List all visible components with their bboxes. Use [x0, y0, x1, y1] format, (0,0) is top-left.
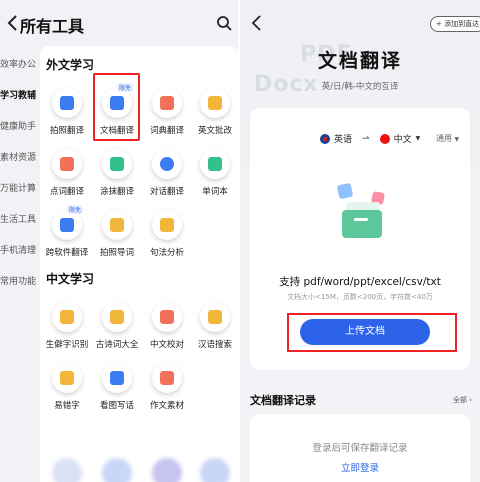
- page-title: 文档翻译: [317, 50, 402, 72]
- chinese-search-icon: [200, 302, 230, 332]
- supported-formats: 支持 pdf/word/ppt/excel/csv/txt: [279, 276, 441, 288]
- sidebar-item-cleanup[interactable]: 手机清理: [0, 234, 40, 265]
- chinese-proofread-icon: [152, 302, 182, 332]
- tool-photo-words[interactable]: 拍照导词: [94, 210, 140, 258]
- tools-header: 所有工具: [0, 0, 240, 46]
- english-correct-icon: [200, 88, 230, 118]
- page-subtitle: 英/日/韩-中文的互译: [321, 82, 399, 92]
- tool-smear-translate[interactable]: 涂抹翻译: [94, 149, 140, 197]
- china-flag-icon: [379, 133, 390, 144]
- picture-writing-icon: [102, 363, 132, 393]
- tool-chinese-search[interactable]: 汉语搜索: [192, 302, 238, 350]
- tool-label: 汉语搜索: [197, 340, 232, 350]
- tool-label: 作文素材: [149, 401, 184, 411]
- tool-chinese-proofread[interactable]: 中文校对: [144, 302, 190, 350]
- sidebar-item-materials[interactable]: 素材资源: [0, 141, 40, 172]
- rare-char-icon: [52, 302, 82, 332]
- mode-label: 通用: [436, 134, 452, 143]
- tool-picture-writing[interactable]: 看图写话: [94, 363, 140, 411]
- tool-word-translate[interactable]: 点词翻译: [44, 149, 90, 197]
- tool-label: 句法分析: [149, 248, 184, 258]
- records-all-link[interactable]: 全部 ›: [453, 395, 472, 405]
- records-card: 登录后可保存翻译记录 立即登录: [250, 414, 470, 482]
- tool-syntax-analysis[interactable]: 句法分析: [144, 210, 190, 258]
- smear-translate-icon: [102, 149, 132, 179]
- wordbook-icon: [200, 149, 230, 179]
- photo-translate-icon: [52, 88, 82, 118]
- essay-material-icon: [152, 363, 182, 393]
- dialog-translate-icon: [152, 149, 182, 179]
- target-language[interactable]: 中文: [394, 132, 412, 145]
- chevron-down-icon: ▼: [454, 136, 460, 143]
- sidebar-item-efficiency[interactable]: 效率办公: [0, 48, 40, 79]
- section-title-foreign: 外文学习: [46, 58, 95, 72]
- records-title: 文档翻译记录: [250, 394, 316, 407]
- tool-label: 英文批改: [197, 126, 232, 136]
- tool-photo-translate[interactable]: 拍照翻译: [44, 88, 90, 136]
- tool-rare-char[interactable]: 生僻字识别: [44, 302, 90, 350]
- chevron-down-icon: ▼: [415, 135, 421, 142]
- tool-essay-material[interactable]: 作文素材: [144, 363, 190, 411]
- folder-illustration-icon: [337, 183, 385, 238]
- blurred-tool-icon: [152, 458, 182, 482]
- sidebar-item-health[interactable]: 健康助手: [0, 110, 40, 141]
- blurred-tool-icon: [200, 458, 230, 482]
- tool-typo[interactable]: 易错字: [44, 363, 90, 411]
- tool-poetry[interactable]: 古诗词大全: [94, 302, 140, 350]
- sidebar-item-common[interactable]: 常用功能: [0, 265, 40, 296]
- search-icon[interactable]: [216, 15, 232, 31]
- uk-flag-icon: [320, 133, 330, 144]
- highlight-doc-translate: [93, 73, 140, 141]
- dictionary-icon: [152, 88, 182, 118]
- records-all-label: 全部: [453, 396, 467, 404]
- language-selector[interactable]: 英语 ⇀ 中文 ▼: [320, 132, 420, 145]
- free-badge: 限免: [67, 205, 84, 214]
- add-shortcut-button[interactable]: + 添加到直达: [430, 16, 480, 32]
- photo-words-icon: [102, 210, 132, 240]
- category-sidebar: 效率办公 学习教辅 健康助手 素材资源 万能计算 生活工具 手机清理 常用功能: [0, 48, 40, 296]
- poetry-icon: [102, 302, 132, 332]
- tool-cross-app-translate[interactable]: 限免 跨软件翻译: [44, 205, 90, 258]
- login-link[interactable]: 立即登录: [250, 460, 470, 474]
- blurred-tool-icon: [52, 458, 82, 482]
- tool-dialog-translate[interactable]: 对话翻译: [144, 149, 190, 197]
- swap-arrow-icon[interactable]: ⇀: [362, 134, 370, 144]
- blurred-tool-icon: [102, 458, 132, 482]
- sidebar-item-calculator[interactable]: 万能计算: [0, 172, 40, 203]
- records-empty-text: 登录后可保存翻译记录: [312, 443, 408, 454]
- page-title: 所有工具: [20, 17, 85, 36]
- sidebar-item-life[interactable]: 生活工具: [0, 203, 40, 234]
- sidebar-item-study[interactable]: 学习教辅: [0, 79, 40, 110]
- mode-selector[interactable]: 通用 ▼: [436, 133, 459, 144]
- highlight-upload-button: [287, 313, 457, 352]
- tool-dictionary[interactable]: 词典翻译: [144, 88, 190, 136]
- section-title-chinese: 中文学习: [46, 272, 95, 286]
- back-arrow-icon[interactable]: [250, 14, 264, 32]
- tool-label: 单词本: [202, 187, 228, 197]
- word-translate-icon: [52, 149, 82, 179]
- typo-icon: [52, 363, 82, 393]
- back-arrow-icon[interactable]: [6, 14, 20, 32]
- cross-app-translate-icon: 限免: [52, 205, 84, 240]
- source-language[interactable]: 英语: [334, 132, 352, 145]
- size-limit: 文档大小<15M，页数<200页，字符数<40万: [287, 293, 433, 301]
- syntax-analysis-icon: [152, 210, 182, 240]
- doc-translate-panel: + 添加到直达 PDF Docx 文档翻译 英/日/韩-中文的互译 英语 ⇀ 中…: [240, 0, 480, 482]
- tool-wordbook[interactable]: 单词本: [192, 149, 238, 197]
- tool-english-correct[interactable]: 英文批改: [192, 88, 238, 136]
